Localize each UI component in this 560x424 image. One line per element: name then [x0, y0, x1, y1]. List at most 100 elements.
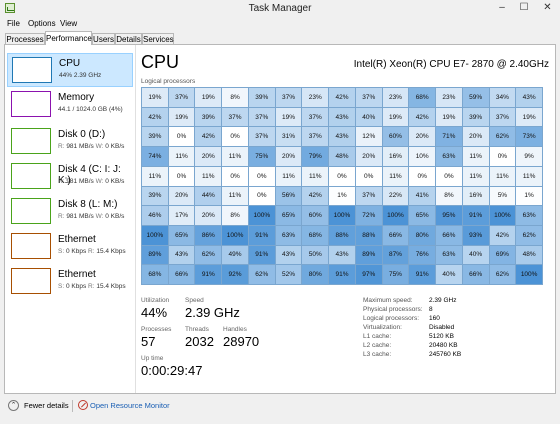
processor-cell: 100% — [248, 206, 275, 225]
tab-processes[interactable]: Processes — [5, 33, 45, 44]
processor-cell: 0% — [168, 166, 195, 186]
processor-cell: 65% — [168, 225, 195, 245]
processor-cell: 95% — [436, 206, 462, 225]
processor-cell: 37% — [302, 107, 329, 127]
processor-cell: 87% — [382, 245, 409, 265]
sidebar-item-cpu[interactable]: CPU 44% 2.39 GHz — [7, 53, 133, 87]
processor-cell: 19% — [195, 88, 222, 107]
minimize-button[interactable]: – — [492, 0, 512, 17]
processor-cell: 63% — [275, 225, 302, 245]
processor-cell: 16% — [462, 186, 489, 206]
processor-cell: 68% — [409, 88, 436, 107]
tab-details[interactable]: Details — [115, 33, 142, 44]
ethernet-thumbnail-graph — [11, 268, 51, 294]
logical-processor-grid: 19% 37% 19% 8% 39% 37% 23% 42% 37% 23% 68% 23% 59% 34… — [141, 87, 543, 285]
sidebar-item-label: Memory — [58, 92, 95, 103]
processor-cell: 40% — [436, 265, 462, 284]
fewer-details-link[interactable]: Fewer details — [24, 401, 69, 410]
processor-cell: 63% — [516, 206, 542, 225]
processor-cell: 42% — [302, 186, 329, 206]
spec-row: Logical processors: 160 — [363, 315, 553, 324]
processor-cell: 66% — [382, 225, 409, 245]
processor-cell: 9% — [516, 147, 542, 166]
processor-cell: 59% — [462, 88, 489, 107]
chevron-up-icon[interactable]: ⌃ — [8, 400, 19, 411]
processor-cell: 31% — [275, 127, 302, 147]
processor-cell: 20% — [462, 127, 489, 147]
processor-cell: 42% — [329, 88, 355, 107]
tab-services[interactable]: Services — [142, 33, 174, 44]
sidebar-item-ethernet-2[interactable]: Ethernet S: 0 Kbps R: 15.4 Kbps — [7, 265, 133, 299]
sidebar-divider — [135, 45, 136, 393]
tab-users[interactable]: Users — [92, 33, 115, 44]
maximize-button[interactable]: ☐ — [514, 0, 534, 17]
processor-cell: 37% — [222, 107, 248, 127]
processor-cell: 37% — [355, 186, 382, 206]
spec-value: 160 — [429, 315, 440, 322]
processor-cell: 0% — [329, 166, 355, 186]
processor-cell: 37% — [168, 88, 195, 107]
spec-value: 20480 KB — [429, 342, 458, 349]
tab-performance[interactable]: Performance — [45, 31, 92, 45]
processor-cell: 62% — [248, 265, 275, 284]
processor-cell: 16% — [382, 147, 409, 166]
spec-value: 245760 KB — [429, 351, 462, 358]
processor-cell: 8% — [222, 88, 248, 107]
processor-cell: 19% — [382, 107, 409, 127]
processor-cell: 37% — [275, 88, 302, 107]
resource-monitor-icon — [78, 400, 88, 410]
sidebar-item-disk-0[interactable]: Disk 0 (D:) R: 981 MB/s W: 0 KB/s — [7, 125, 133, 159]
menu-options[interactable]: Options — [28, 19, 56, 28]
processor-cell: 100% — [489, 206, 516, 225]
processor-cell: 11% — [516, 166, 542, 186]
processor-cell: 63% — [436, 147, 462, 166]
processor-cell: 65% — [409, 206, 436, 225]
sidebar-item-disk-8[interactable]: Disk 8 (L: M:) R: 981 MB/s W: 0 KB/s — [7, 195, 133, 229]
processor-cell: 20% — [355, 147, 382, 166]
close-button[interactable]: ✕ — [537, 0, 558, 17]
cpu-stats: Utilization 44% Speed 2.39 GHz Processes… — [141, 297, 553, 393]
footer-bar: ⌃ Fewer details Open Resource Monitor — [0, 396, 560, 416]
processor-cell: 23% — [436, 88, 462, 107]
spec-row: Physical processors: 8 — [363, 306, 553, 315]
menu-view[interactable]: View — [60, 19, 77, 28]
processor-cell: 11% — [275, 166, 302, 186]
sidebar-item-disk-4[interactable]: Disk 4 (C: I: J: K:) R: 981 MB/s W: 0 KB… — [7, 160, 133, 194]
disk-thumbnail-graph — [11, 198, 51, 224]
processor-cell: 40% — [355, 107, 382, 127]
processor-cell: 86% — [195, 225, 222, 245]
uptime-value: 0:00:29:47 — [141, 363, 203, 378]
processor-cell: 0% — [436, 166, 462, 186]
processor-cell: 75% — [382, 265, 409, 284]
resource-sidebar: CPU 44% 2.39 GHz Memory 44.1 / 1024.0 GB… — [5, 45, 135, 393]
utilization-label: Utilization — [141, 297, 170, 304]
processor-cell: 100% — [222, 225, 248, 245]
processor-cell: 48% — [516, 245, 542, 265]
processor-cell: 0% — [222, 127, 248, 147]
processor-cell: 19% — [275, 107, 302, 127]
processor-cell: 89% — [142, 245, 168, 265]
processor-cell: 11% — [462, 147, 489, 166]
sidebar-item-label: CPU — [59, 58, 81, 69]
processor-cell: 23% — [302, 88, 329, 107]
processor-cell: 22% — [382, 186, 409, 206]
processor-cell: 97% — [355, 265, 382, 284]
sidebar-item-detail: R: 981 MB/s W: 0 KB/s — [58, 178, 125, 185]
sidebar-item-ethernet-1[interactable]: Ethernet S: 0 Kbps R: 15.4 Kbps — [7, 230, 133, 264]
processor-cell: 0% — [489, 147, 516, 166]
processor-cell: 39% — [195, 107, 222, 127]
processor-cell: 91% — [462, 206, 489, 225]
processor-cell: 11% — [382, 166, 409, 186]
processor-cell: 0% — [248, 186, 275, 206]
processor-cell: 37% — [248, 127, 275, 147]
processor-cell: 66% — [462, 265, 489, 284]
processor-cell: 37% — [355, 88, 382, 107]
open-resource-monitor-link[interactable]: Open Resource Monitor — [90, 401, 170, 410]
spec-row: L3 cache: 245760 KB — [363, 351, 553, 360]
spec-value: Disabled — [429, 324, 455, 331]
processor-cell: 79% — [302, 147, 329, 166]
menu-file[interactable]: File — [7, 19, 20, 28]
processor-cell: 37% — [302, 127, 329, 147]
spec-row: L1 cache: 5120 KB — [363, 333, 553, 342]
sidebar-item-memory[interactable]: Memory 44.1 / 1024.0 GB (4%) — [7, 88, 133, 122]
